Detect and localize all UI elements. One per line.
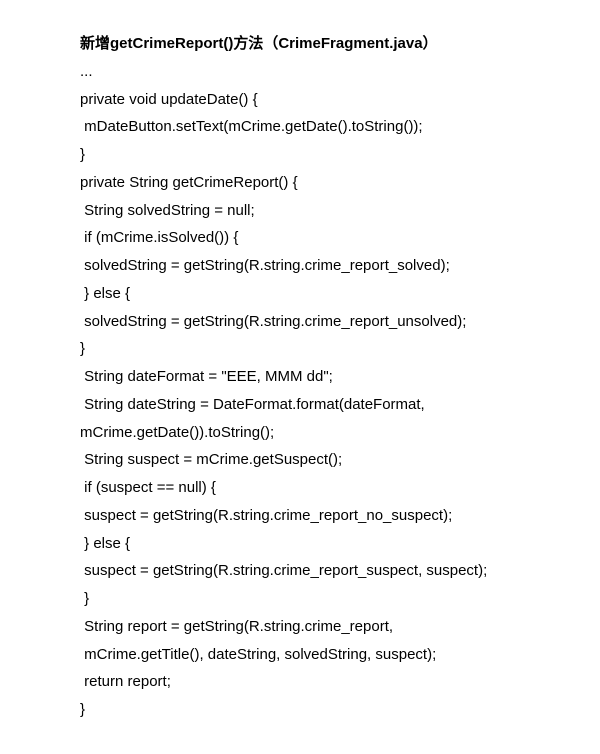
code-line: if (suspect == null) {	[80, 474, 600, 502]
code-line: solvedString = getString(R.string.crime_…	[80, 252, 600, 280]
code-line: String solvedString = null;	[80, 197, 600, 225]
code-line: solvedString = getString(R.string.crime_…	[80, 308, 600, 336]
code-line: }	[80, 696, 600, 724]
code-line: mCrime.getDate()).toString();	[80, 419, 600, 447]
code-line: suspect = getString(R.string.crime_repor…	[80, 502, 600, 530]
code-line: String suspect = mCrime.getSuspect();	[80, 446, 600, 474]
code-line: String dateFormat = "EEE, MMM dd";	[80, 363, 600, 391]
code-line: private void updateDate() {	[80, 86, 600, 114]
code-line: mCrime.getTitle(), dateString, solvedStr…	[80, 641, 600, 669]
code-line: }	[80, 141, 600, 169]
code-line: }	[80, 335, 600, 363]
code-line: private String getCrimeReport() {	[80, 169, 600, 197]
code-line: suspect = getString(R.string.crime_repor…	[80, 557, 600, 585]
code-line: mDateButton.setText(mCrime.getDate().toS…	[80, 113, 600, 141]
code-line: } else {	[80, 280, 600, 308]
code-line: String dateString = DateFormat.format(da…	[80, 391, 600, 419]
code-title: 新增getCrimeReport()方法（CrimeFragment.java）	[80, 30, 600, 58]
code-line: }	[80, 585, 600, 613]
code-line: return report;	[80, 668, 600, 696]
code-line: ...	[80, 58, 600, 86]
code-line: } else {	[80, 530, 600, 558]
code-line: String report = getString(R.string.crime…	[80, 613, 600, 641]
code-line: if (mCrime.isSolved()) {	[80, 224, 600, 252]
